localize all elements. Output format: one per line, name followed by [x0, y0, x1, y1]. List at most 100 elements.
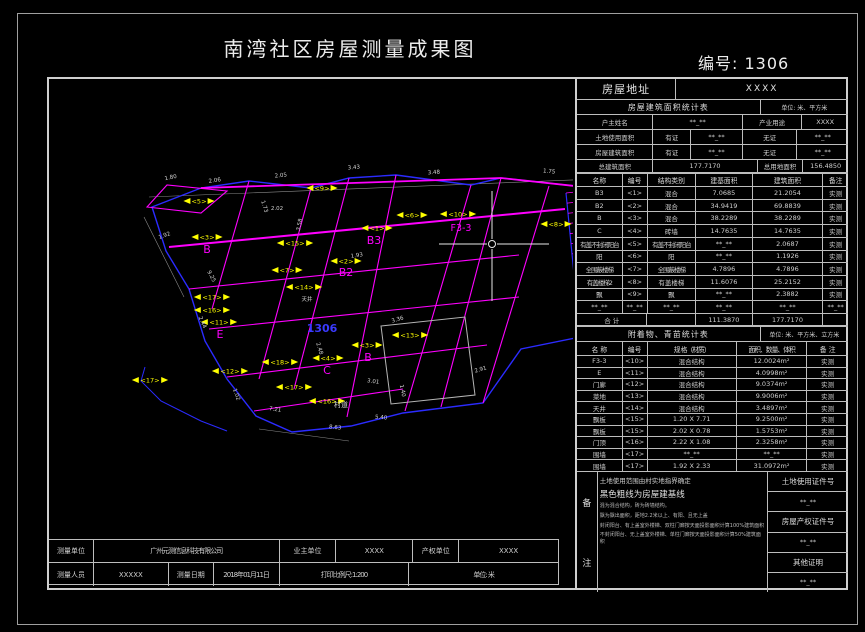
- table-cell: 3.4897m²: [737, 402, 807, 413]
- table-row: 围墙<17>**_****_**实测: [577, 449, 848, 461]
- serial-value: 1306: [745, 54, 790, 73]
- marker-wing-icon: [223, 307, 230, 313]
- marker-wing-icon: [330, 258, 337, 264]
- notes-lines: 土地使用范围由村实地指界确定黑色粗线为房屋建基线混为混合结构，砖为砖墙结构。飘为…: [598, 472, 768, 592]
- marker-wing-icon: [565, 221, 572, 227]
- table-cell: 1.5753m²: [737, 426, 807, 437]
- table-cell: 混合结构: [648, 368, 737, 379]
- table-row: B2<2>混合34.941969.8839实测: [577, 200, 848, 213]
- marker-wing-icon: [132, 377, 139, 383]
- table-cell: 有盖不封闭阳台: [577, 238, 623, 250]
- room-label: B: [364, 351, 372, 364]
- owner-row: 户主姓名 **_** 产业用途 XXXX: [577, 115, 848, 130]
- table-cell: 天井: [577, 402, 623, 413]
- table-cell: 飘: [648, 289, 697, 301]
- stairs-step: [566, 189, 573, 193]
- stats-header-cell: 名称: [577, 174, 623, 186]
- marker-wing-icon: [351, 342, 358, 348]
- plan-marker: <5>: [191, 197, 206, 205]
- table-cell: <14>: [623, 402, 648, 413]
- total-built-value: 177.7170: [653, 160, 757, 172]
- stats-total-row: 合 计111.3870177.7170: [577, 314, 848, 327]
- owner-label: 户主姓名: [577, 115, 653, 129]
- survey-info-table: 测量单位广州元测信息科技有限公司业主单位XXXX产权单位XXXX 测量人员XXX…: [49, 539, 559, 585]
- plan-marker: <8>: [548, 220, 563, 228]
- table-cell: B3: [577, 187, 623, 199]
- dimension-text: 3.48: [428, 170, 441, 177]
- table-cell: **_**: [753, 301, 823, 313]
- marker-wing-icon: [469, 211, 476, 217]
- dimension-text: 2.44: [197, 316, 208, 330]
- table-row: B3<1>混合7.068521.2054实测: [577, 187, 848, 200]
- table-row: 有盖楼梯2<8>有盖楼梯11.607625.2152实测: [577, 276, 848, 289]
- table-cell: <10>: [623, 356, 648, 367]
- table-row: B<3>混合38.228938.2289实测: [577, 212, 848, 225]
- table-cell: <8>: [623, 276, 648, 288]
- note-line: 土地使用范围由村实地指界确定: [600, 475, 765, 485]
- house-unlicensed-value: **_**: [797, 145, 848, 159]
- survey-info-cell: 打印比例尺:1:200: [280, 563, 410, 586]
- table-cell: <11>: [623, 368, 648, 379]
- room-label: B: [203, 243, 211, 256]
- stairs-step: [568, 209, 573, 213]
- table-cell: 实测: [823, 200, 848, 212]
- totals-row: 总建筑面积 177.7170 总用地面积 156.4850: [577, 160, 848, 174]
- plan-marker: <10>: [448, 210, 467, 218]
- table-cell: 门廊: [577, 379, 623, 390]
- dimension-text: 7.21: [269, 406, 282, 414]
- address-row: 房屋地址 XXXX: [577, 79, 848, 100]
- table-cell: 菜地: [577, 391, 623, 402]
- table-cell: 34.9419: [696, 200, 753, 212]
- marker-wing-icon: [161, 377, 168, 383]
- dimension-text: 2.05: [274, 172, 287, 179]
- marker-wing-icon: [305, 384, 312, 390]
- table-cell: 阳: [577, 251, 623, 263]
- marker-wing-icon: [241, 368, 248, 374]
- table-cell: 飘板: [577, 426, 623, 437]
- table-cell: 混合结构: [648, 379, 737, 390]
- table-cell: 9.2500m²: [737, 414, 807, 425]
- table-cell: 实测: [807, 460, 848, 471]
- table-row: F3-3<10>混合结构12.0024m²实测: [577, 356, 848, 368]
- stats-total-cell: 177.7170: [753, 314, 823, 325]
- marker-wing-icon: [216, 234, 223, 240]
- stats-header-cell: 备注: [823, 174, 848, 186]
- building-wall: [212, 181, 249, 309]
- crosshair-pickbox-icon: [489, 241, 496, 248]
- table-row: **_**: [768, 533, 848, 553]
- plan-marker: <17>: [140, 376, 159, 384]
- certificate-value: **_**: [800, 498, 816, 506]
- table-row: **_**: [768, 573, 848, 592]
- table-row: **_****_****_****_****_****_**: [577, 301, 848, 314]
- stats-unit: 单位: 米、平方米: [761, 100, 848, 114]
- survey-info-cell: XXXXX: [94, 563, 169, 586]
- table-cell: 砖墙: [648, 225, 697, 237]
- dimension-text: 1.73: [259, 200, 269, 214]
- marker-wing-icon: [331, 185, 338, 191]
- table-cell: 实测: [807, 356, 848, 367]
- marker-wing-icon: [361, 225, 368, 231]
- attachments-table-title: 附着物、青苗统计表: [577, 327, 761, 341]
- table-cell: 9.0374m²: [737, 379, 807, 390]
- table-cell: 14.7635: [753, 225, 823, 237]
- building-wall: [483, 186, 549, 403]
- usage-label: 产业用途: [743, 115, 803, 129]
- dimension-text: 2.91: [474, 365, 487, 374]
- room-label: C: [323, 364, 331, 377]
- dimension-text: 2.06: [208, 177, 221, 185]
- dimension-line: [144, 217, 184, 297]
- table-cell: <2>: [623, 200, 648, 212]
- marker-wing-icon: [212, 368, 219, 374]
- table-cell: 混合: [648, 200, 697, 212]
- dimension-text: 3.01: [367, 378, 380, 386]
- table-cell: <4>: [623, 225, 648, 237]
- marker-wing-icon: [291, 359, 298, 365]
- total-built-label: 总建筑面积: [577, 160, 653, 172]
- site-plan[interactable]: <5><9><6><10><8><1><15><3><2><7><14><17>…: [49, 79, 573, 539]
- table-row: 全围蔽楼梯<7>全围蔽楼梯4.78964.7896实测: [577, 263, 848, 276]
- house-licensed-value: **_**: [691, 145, 743, 159]
- house-licensed-label: 有证: [653, 145, 691, 159]
- notes-char-1: 备: [582, 496, 591, 509]
- table-cell: <1>: [623, 187, 648, 199]
- survey-info-cell: 测量人员: [49, 563, 94, 586]
